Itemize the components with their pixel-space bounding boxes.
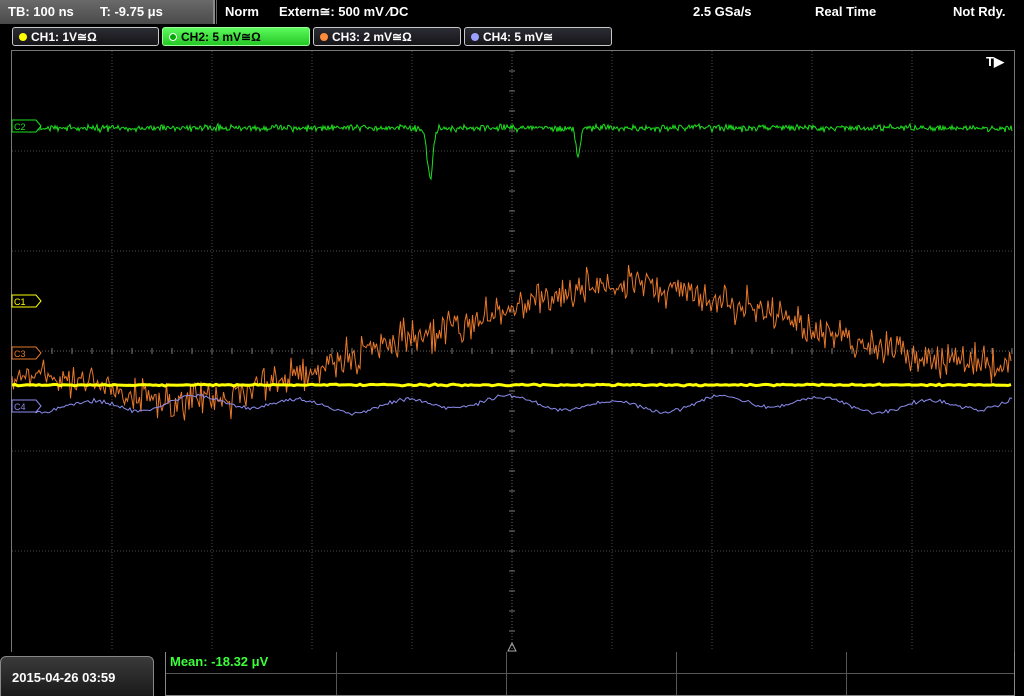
channel-3-marker-label: C3: [14, 349, 26, 359]
channel-1-marker-label: C1: [14, 297, 26, 307]
trigger-marker-icon[interactable]: T▶: [986, 54, 1004, 70]
datetime: 2015-04-26 03:59: [12, 670, 116, 685]
channel-4-trace: [11, 393, 1013, 416]
channel-2-marker: C2: [11, 119, 42, 133]
channel-1-marker: C1: [11, 294, 42, 308]
channel-4-marker-label: C4: [14, 402, 26, 412]
channel-3-marker: C3: [11, 346, 42, 360]
channel-4-marker: C4: [11, 399, 42, 413]
bottom-bar: 2015-04-26 03:59 Mean: -18.32 μV: [0, 652, 1024, 696]
channel-1-trace: [11, 382, 1012, 388]
measurement-table[interactable]: Mean: -18.32 μV: [165, 652, 1015, 696]
graticule-grid: [11, 50, 1013, 652]
waveform-canvas: C2 C1 C3 C4: [11, 50, 1013, 652]
measurement-row-divider: [166, 673, 1014, 674]
datetime-box[interactable]: 2015-04-26 03:59: [0, 656, 154, 696]
channel-2-marker-label: C2: [14, 122, 26, 132]
trigger-position-icon: [507, 641, 517, 652]
mean-measurement: Mean: -18.32 μV: [170, 654, 269, 669]
channel-markers: C2 C1 C3 C4: [11, 119, 42, 413]
